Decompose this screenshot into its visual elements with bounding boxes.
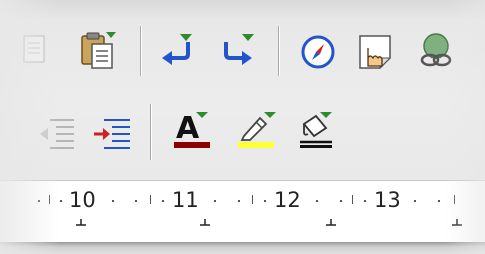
hyperlink-button[interactable] [350,28,398,76]
paragraph-background-icon [300,112,332,148]
ruler-dot [60,200,62,202]
highlighting-icon [238,112,276,148]
ruler-tick [352,195,353,204]
horizontal-ruler[interactable]: 10 11 12 13 [0,180,485,243]
tab-stop-marker[interactable] [200,219,210,227]
ruler-dot [438,200,440,202]
redo-icon [224,34,254,65]
link-icon [420,33,452,67]
copy-button[interactable] [8,26,56,74]
ruler-tick [252,195,253,204]
ruler-tick [454,195,455,204]
ruler-dot [214,200,216,202]
ruler-dot [264,200,266,202]
increase-indent-button[interactable] [88,108,136,156]
font-color-button[interactable]: A [168,106,216,154]
tab-stop-marker[interactable] [76,219,86,227]
navigator-icon [301,35,335,69]
standard-toolbar [0,10,485,90]
ruler-label: 12 [274,188,301,212]
decrease-indent-button[interactable] [34,108,82,156]
paste-button[interactable] [74,26,122,74]
font-color-icon: A [174,111,210,148]
paste-icon [81,32,116,69]
hyperlink-icon [359,35,392,70]
undo-button[interactable] [154,26,202,74]
ruler-label: 13 [374,188,401,212]
ruler-dot [112,200,114,202]
decrease-indent-icon [40,119,74,149]
link-button[interactable] [412,26,460,74]
ruler-dot [340,200,342,202]
ruler-dot [38,200,40,202]
ruler-dot [162,200,164,202]
ruler-dot [135,200,137,202]
ruler-shadow [0,242,485,254]
increase-indent-icon [94,119,130,149]
tab-stop-marker[interactable] [452,219,462,227]
tab-stop-marker[interactable] [326,219,336,227]
formatting-toolbar: A [0,100,485,166]
paragraph-background-button[interactable] [292,106,340,154]
ruler-dot [414,200,416,202]
ruler-label: 10 [69,188,96,212]
highlighting-button[interactable] [232,106,280,154]
copy-icon [23,35,45,63]
ruler-dot [316,200,318,202]
toolbar-separator [278,26,279,76]
libreoffice-toolbar-area: A 10 11 12 13 [0,0,485,254]
ruler-tick [49,195,50,204]
toolbar-separator [150,104,151,160]
ruler-dot [238,200,240,202]
redo-button[interactable] [212,26,260,74]
svg-text:A: A [176,111,200,146]
ruler-dot [364,200,366,202]
ruler-label: 11 [172,188,199,212]
ruler-tick [150,195,151,204]
toolbar-separator [140,26,141,76]
navigator-button[interactable] [294,28,342,76]
undo-icon [162,34,192,65]
